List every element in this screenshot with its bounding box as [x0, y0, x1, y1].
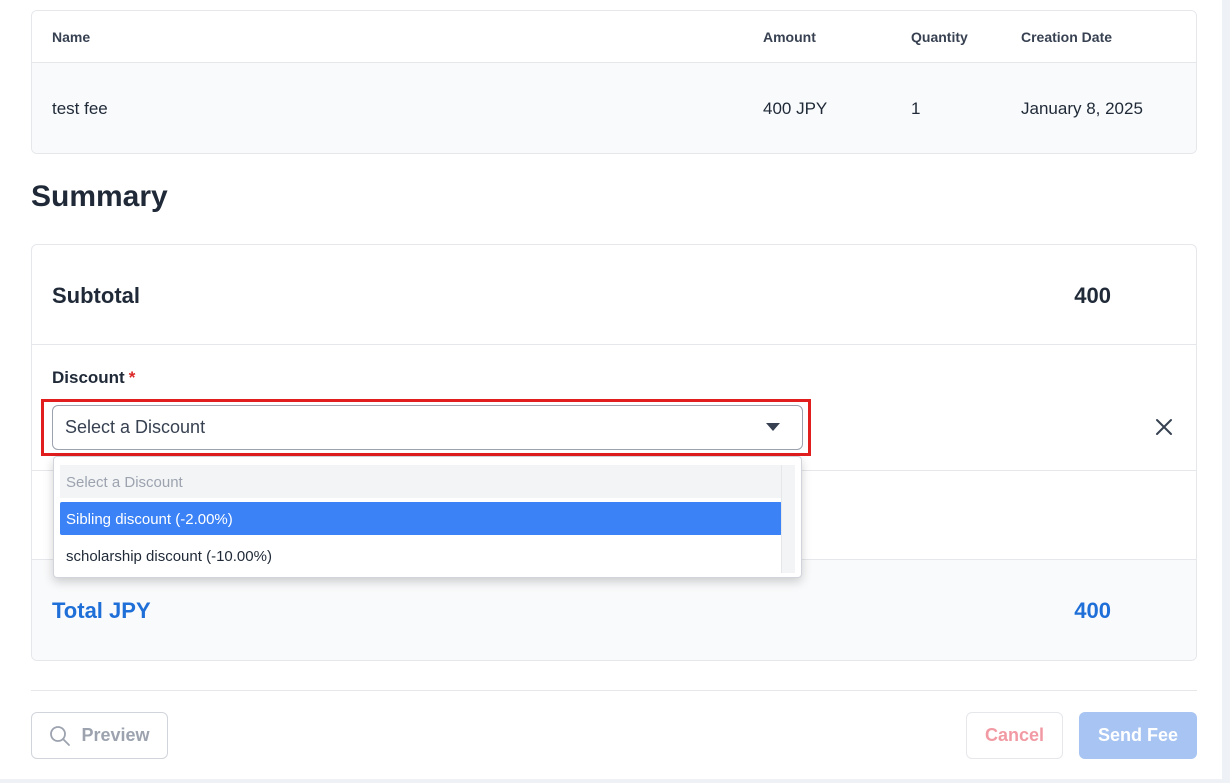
- fee-amount-cell: 400 JPY: [763, 99, 828, 118]
- fee-date-cell: January 8, 2025: [1021, 99, 1143, 118]
- column-header-creation-date: Creation Date: [1021, 29, 1113, 45]
- total-label: Total JPY: [52, 598, 151, 623]
- fee-name-cell: test fee: [52, 99, 108, 118]
- search-icon: [50, 725, 71, 746]
- fee-table-header: Name Amount Quantity Creation Date: [32, 11, 1196, 63]
- subtotal-row: Subtotal 400: [32, 245, 1196, 345]
- subtotal-label: Subtotal: [52, 283, 140, 308]
- dropdown-option-placeholder: Select a Discount: [60, 465, 782, 498]
- send-fee-button[interactable]: Send Fee: [1079, 712, 1197, 759]
- discount-select-value: Select a Discount: [65, 417, 206, 437]
- footer-divider: [31, 690, 1197, 691]
- cancel-button[interactable]: Cancel: [966, 712, 1063, 759]
- dropdown-option-sibling-discount[interactable]: Sibling discount (-2.00%): [60, 502, 782, 535]
- column-header-name: Name: [52, 29, 91, 45]
- dropdown-option-scholarship-discount[interactable]: scholarship discount (-10.00%): [60, 539, 782, 572]
- required-marker: *: [128, 368, 136, 387]
- fee-quantity-cell: 1: [911, 99, 921, 118]
- subtotal-value: 400: [1074, 283, 1111, 308]
- total-value: 400: [1074, 598, 1111, 623]
- column-header-amount: Amount: [763, 29, 816, 45]
- caret-down-icon: [766, 423, 780, 431]
- fee-page: Name Amount Quantity Creation Date test …: [0, 0, 1222, 779]
- discount-select[interactable]: Select a Discount: [52, 405, 803, 450]
- column-header-quantity: Quantity: [911, 29, 968, 45]
- preview-button[interactable]: Preview: [31, 712, 168, 759]
- dropdown-scrollbar[interactable]: [781, 465, 795, 573]
- preview-button-label: Preview: [81, 725, 150, 745]
- close-icon[interactable]: [1154, 417, 1174, 437]
- discount-dropdown-menu: Select a Discount Sibling discount (-2.0…: [53, 456, 802, 578]
- fee-table: Name Amount Quantity Creation Date test …: [31, 10, 1197, 154]
- summary-heading: Summary: [31, 180, 168, 213]
- table-row: test fee 400 JPY 1 January 8, 2025: [32, 63, 1196, 153]
- discount-label: Discount *: [52, 368, 135, 388]
- close-icon-glyph: [1156, 419, 1172, 435]
- discount-label-text: Discount: [52, 368, 125, 387]
